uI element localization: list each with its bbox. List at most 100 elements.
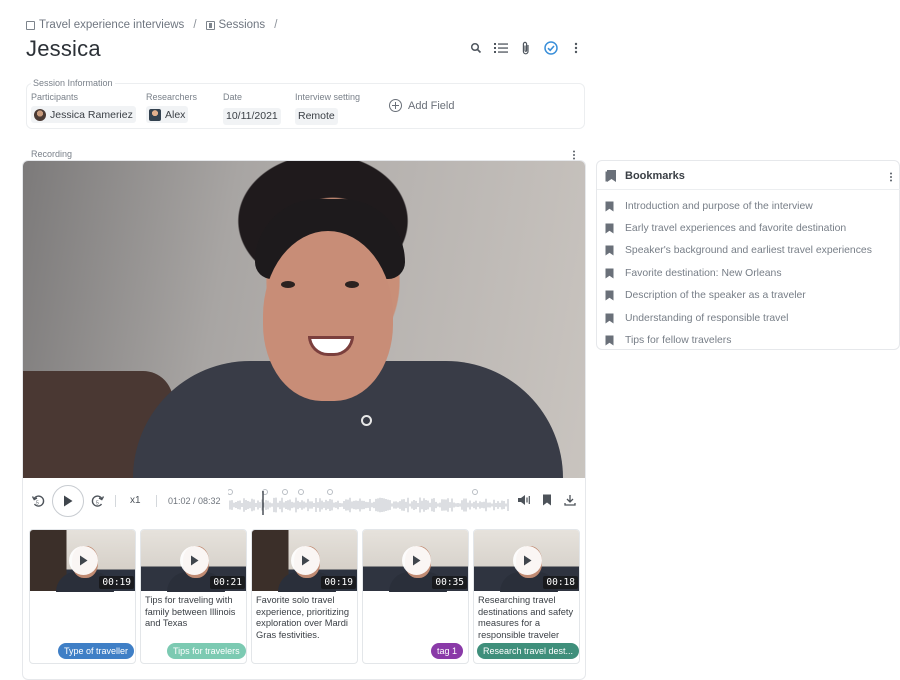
- list-item[interactable]: Tips for fellow travelers: [605, 329, 872, 351]
- check-circle-icon[interactable]: [543, 40, 559, 56]
- clip-duration: 00:19: [99, 576, 134, 589]
- list-item[interactable]: Favorite destination: New Orleans: [605, 262, 872, 284]
- avatar: [149, 108, 161, 121]
- bookmark-icon: [605, 313, 614, 324]
- clip-description: Favorite solo travel experience, priorit…: [256, 595, 350, 640]
- cursor-icon: [361, 415, 372, 426]
- clip-duration: 00:21: [210, 576, 245, 589]
- participants-label: Participants: [31, 92, 79, 102]
- download-icon[interactable]: [564, 494, 576, 506]
- plus-circle-icon: [389, 99, 402, 112]
- clip-card[interactable]: 00:21 Tips for traveling with family bet…: [140, 529, 247, 664]
- forward-icon[interactable]: 5: [91, 494, 105, 508]
- breadcrumb: Travel experience interviews / Sessions …: [26, 19, 280, 31]
- breadcrumb-separator: /: [193, 19, 197, 31]
- clip-tag[interactable]: Research travel dest...: [477, 643, 579, 659]
- more-vertical-icon[interactable]: [568, 40, 584, 56]
- clip-card[interactable]: 00:18 Researching travel destinations an…: [473, 529, 580, 664]
- breadcrumb-project[interactable]: Travel experience interviews: [26, 19, 184, 31]
- bookmark-label: Tips for fellow travelers: [625, 335, 732, 347]
- play-button[interactable]: [52, 485, 84, 517]
- play-icon[interactable]: [291, 546, 320, 575]
- bookmark-icon: [605, 335, 614, 346]
- svg-text:5: 5: [96, 501, 99, 507]
- bookmark-label: Description of the speaker as a traveler: [625, 290, 806, 302]
- paperclip-icon[interactable]: [518, 40, 534, 56]
- date-label: Date: [223, 92, 243, 102]
- list-item[interactable]: Early travel experiences and favorite de…: [605, 217, 872, 239]
- add-field-button[interactable]: Add Field: [389, 99, 454, 112]
- clip-card[interactable]: 00:19 Favorite solo travel experience, p…: [251, 529, 358, 664]
- play-icon[interactable]: [402, 546, 431, 575]
- highlight-clips: 00:19 Type of traveller 00:21 Tips for t…: [29, 529, 580, 664]
- list-icon[interactable]: [493, 40, 509, 56]
- add-field-label: Add Field: [408, 99, 455, 112]
- bookmark-icon: [605, 201, 614, 212]
- clip-description: Tips for traveling with family between I…: [145, 595, 236, 628]
- clip-tag[interactable]: Type of traveller: [58, 643, 135, 659]
- setting-chip[interactable]: Remote: [295, 107, 338, 125]
- setting-field: Interview setting Remote: [295, 92, 360, 125]
- bookmark-icon[interactable]: [542, 494, 552, 506]
- clip-thumbnail: 00:19: [252, 530, 357, 592]
- researchers-label: Researchers: [146, 92, 198, 102]
- clip-thumbnail: 00:35: [363, 530, 468, 592]
- playback-controls: 5 5 x1 01:02 / 08:32: [23, 483, 585, 519]
- breadcrumb-project-label: Travel experience interviews: [39, 19, 185, 31]
- researcher-chip[interactable]: Alex: [146, 106, 189, 123]
- bookmark-icon: [605, 290, 614, 301]
- sessions-icon: [205, 20, 215, 30]
- list-item[interactable]: Understanding of responsible travel: [605, 307, 872, 329]
- play-icon[interactable]: [69, 546, 98, 575]
- breadcrumb-sessions-label: Sessions: [218, 19, 266, 31]
- volume-icon[interactable]: [517, 494, 531, 506]
- breadcrumb-sessions[interactable]: Sessions: [205, 19, 266, 31]
- bookmark-label: Understanding of responsible travel: [625, 312, 789, 324]
- clip-card[interactable]: 00:19 Type of traveller: [29, 529, 136, 664]
- bookmark-list: Introduction and purpose of the intervie…: [605, 195, 872, 352]
- rewind-icon[interactable]: 5: [31, 494, 45, 508]
- bookmark-label: Early travel experiences and favorite de…: [625, 223, 847, 235]
- recording-label: Recording: [31, 149, 73, 159]
- bookmark-icon: [605, 268, 614, 279]
- bookmark-label: Favorite destination: New Orleans: [625, 267, 782, 279]
- participant-chip[interactable]: Jessica Rameriez: [31, 106, 136, 123]
- bookmarks-icon: [605, 170, 616, 182]
- date-chip[interactable]: 10/11/2021: [223, 107, 281, 125]
- speed-button[interactable]: x1: [130, 495, 141, 506]
- setting-label: Interview setting: [295, 92, 361, 102]
- breadcrumb-separator: /: [274, 19, 278, 31]
- video-frame[interactable]: [23, 161, 585, 478]
- clip-tag[interactable]: tag 1: [430, 643, 463, 659]
- folder-icon: [26, 20, 35, 30]
- more-vertical-icon[interactable]: [889, 169, 893, 187]
- bookmarks-title: Bookmarks: [625, 170, 685, 182]
- clip-duration: 00:19: [321, 576, 356, 589]
- svg-text:5: 5: [36, 501, 39, 507]
- play-icon[interactable]: [513, 546, 542, 575]
- clip-thumbnail: 00:18: [474, 530, 579, 592]
- page-title: Jessica: [26, 36, 101, 61]
- bookmark-icon: [605, 245, 614, 256]
- list-item[interactable]: Introduction and purpose of the intervie…: [605, 195, 872, 217]
- avatar: [34, 108, 46, 121]
- participant-name: Jessica Rameriez: [50, 108, 133, 121]
- play-icon[interactable]: [180, 546, 209, 575]
- clip-tag[interactable]: Tips for travelers: [167, 643, 246, 659]
- clip-card[interactable]: 00:35 tag 1: [362, 529, 469, 664]
- session-info-label: Session Information: [31, 78, 115, 88]
- researcher-name: Alex: [165, 108, 186, 121]
- list-item[interactable]: Description of the speaker as a traveler: [605, 285, 872, 307]
- search-icon[interactable]: [468, 40, 484, 56]
- bookmarks-panel: Bookmarks Introduction and purpose of th…: [596, 160, 900, 350]
- clip-duration: 00:18: [543, 576, 578, 589]
- clip-thumbnail: 00:21: [141, 530, 246, 592]
- clip-thumbnail: 00:19: [30, 530, 135, 592]
- participants-field: Participants Jessica Rameriez: [31, 92, 136, 126]
- list-item[interactable]: Speaker's background and earliest travel…: [605, 240, 872, 262]
- researchers-field: Researchers Alex: [146, 92, 197, 126]
- title-actions: [468, 40, 584, 56]
- waveform-scrubber[interactable]: [228, 489, 513, 515]
- clip-description: Researching travel destinations and safe…: [478, 595, 574, 640]
- bookmark-icon: [605, 223, 614, 234]
